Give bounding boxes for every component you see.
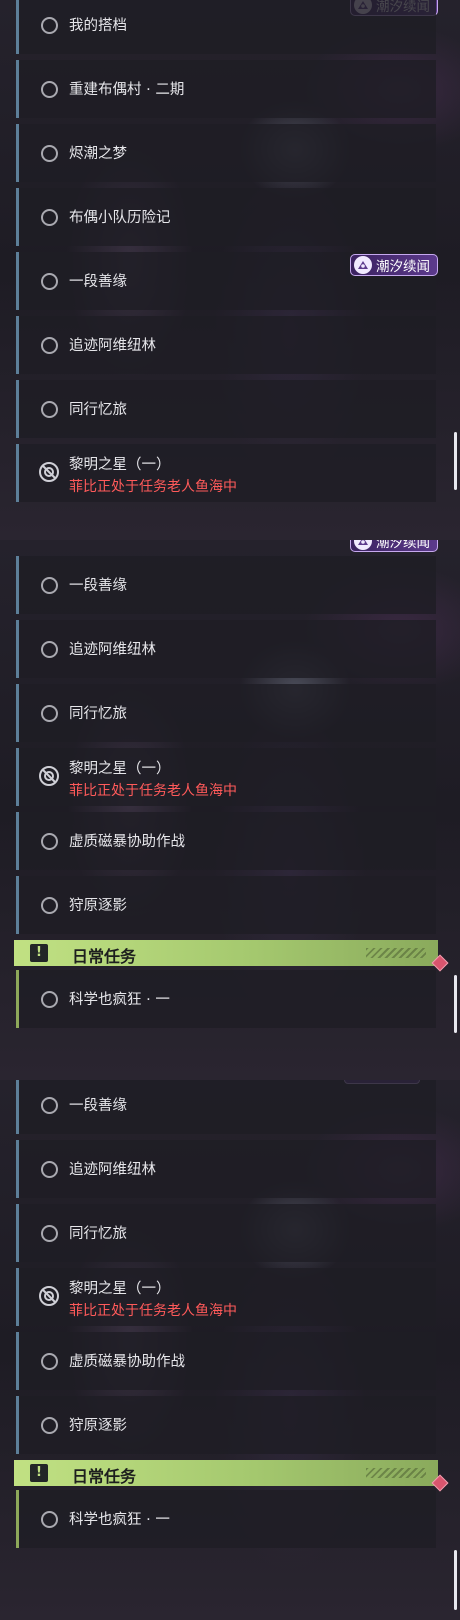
quest-label: 追迹阿维纽林 bbox=[69, 338, 156, 354]
daily-quest-header[interactable]: ! 日常任务 bbox=[14, 940, 438, 966]
quest-label: 一段善缘 bbox=[69, 1098, 127, 1114]
quest-item[interactable]: 烬潮之梦 bbox=[16, 124, 436, 182]
quest-item[interactable]: 追迹阿维纽林 bbox=[16, 316, 436, 374]
daily-quest-item[interactable]: 科学也疯狂 · 一 bbox=[16, 970, 436, 1028]
quest-circle-icon bbox=[41, 897, 58, 914]
quest-label: 一段善缘 bbox=[69, 274, 127, 290]
quest-circle-icon bbox=[41, 577, 58, 594]
quest-label: 追迹阿维纽林 bbox=[69, 1162, 156, 1178]
scrollbar[interactable] bbox=[454, 975, 457, 1033]
quest-panel-2: 潮汐续闻 一段善缘 追迹阿维纽林 同行忆旅 黎明之星（一） 菲比正处于任务老人鱼… bbox=[0, 540, 460, 1080]
tracking-target-icon bbox=[39, 462, 59, 482]
scrollbar[interactable] bbox=[454, 432, 457, 490]
quest-item[interactable]: 追迹阿维纽林 bbox=[16, 620, 436, 678]
quest-item[interactable]: 同行忆旅 bbox=[16, 380, 436, 438]
quest-item[interactable]: 同行忆旅 bbox=[16, 684, 436, 742]
daily-quest-header[interactable]: ! 日常任务 bbox=[14, 1460, 438, 1486]
quest-circle-icon bbox=[41, 209, 58, 226]
quest-circle-icon bbox=[41, 641, 58, 658]
quest-circle-icon bbox=[41, 337, 58, 354]
quest-label: 我的搭档 bbox=[69, 18, 127, 34]
quest-item[interactable]: 布偶小队历险记 bbox=[16, 188, 436, 246]
header-stripe-decoration bbox=[366, 1468, 426, 1478]
quest-item[interactable]: 虚质磁暴协助作战 bbox=[16, 1332, 436, 1390]
quest-label: 黎明之星（一） bbox=[69, 1281, 171, 1297]
quest-status-text: 菲比正处于任务老人鱼海中 bbox=[69, 479, 237, 495]
quest-label: 一段善缘 bbox=[69, 578, 127, 594]
tide-tale-badge[interactable]: 潮汐续闻 bbox=[350, 254, 438, 276]
quest-circle-icon bbox=[41, 145, 58, 162]
quest-panel-1: 潮汐续闻 我的搭档 重建布偶村 · 二期 烬潮之梦 布偶小队历险记 一段善缘 潮… bbox=[0, 0, 460, 540]
quest-circle-icon bbox=[41, 401, 58, 418]
quest-label: 黎明之星（一） bbox=[69, 761, 171, 777]
quest-circle-icon bbox=[41, 991, 58, 1008]
tracking-target-icon bbox=[39, 1286, 59, 1306]
quest-circle-icon bbox=[41, 1161, 58, 1178]
quest-item-tracked[interactable]: 黎明之星（一） 菲比正处于任务老人鱼海中 bbox=[16, 748, 436, 806]
quest-circle-icon bbox=[41, 705, 58, 722]
quest-item[interactable]: 我的搭档 bbox=[16, 0, 436, 54]
quest-item[interactable]: 同行忆旅 bbox=[16, 1204, 436, 1262]
quest-item[interactable]: 一段善缘 bbox=[16, 1080, 436, 1134]
quest-circle-icon bbox=[41, 833, 58, 850]
quest-circle-icon bbox=[41, 1225, 58, 1242]
quest-label: 烬潮之梦 bbox=[69, 146, 127, 162]
quest-status-text: 菲比正处于任务老人鱼海中 bbox=[69, 1303, 237, 1319]
quest-item[interactable]: 狩原逐影 bbox=[16, 1396, 436, 1454]
quest-circle-icon bbox=[41, 273, 58, 290]
quest-circle-icon bbox=[41, 1353, 58, 1370]
exclamation-icon: ! bbox=[30, 944, 48, 962]
daily-quest-item[interactable]: 科学也疯狂 · 一 bbox=[16, 1490, 436, 1548]
badge-label: 潮汐续闻 bbox=[376, 540, 430, 551]
quest-label: 科学也疯狂 · 一 bbox=[69, 992, 170, 1008]
quest-item-tracked[interactable]: 黎明之星（一） 菲比正处于任务老人鱼海中 bbox=[16, 1268, 436, 1326]
quest-label: 布偶小队历险记 bbox=[69, 210, 171, 226]
quest-label: 虚质磁暴协助作战 bbox=[69, 1354, 185, 1370]
tide-tale-icon bbox=[354, 540, 372, 550]
quest-label: 虚质磁暴协助作战 bbox=[69, 834, 185, 850]
badge-label: 潮汐续闻 bbox=[376, 259, 430, 275]
category-label: 日常任务 bbox=[72, 1467, 137, 1486]
quest-status-text: 菲比正处于任务老人鱼海中 bbox=[69, 783, 237, 799]
quest-label: 重建布偶村 · 二期 bbox=[69, 82, 185, 98]
header-stripe-decoration bbox=[366, 948, 426, 958]
quest-label: 黎明之星（一） bbox=[69, 457, 171, 473]
quest-item[interactable]: 追迹阿维纽林 bbox=[16, 1140, 436, 1198]
quest-item[interactable]: 一段善缘 bbox=[16, 556, 436, 614]
scrollbar[interactable] bbox=[454, 1550, 457, 1610]
tide-tale-badge[interactable]: 潮汐续闻 bbox=[350, 540, 438, 552]
quest-label: 科学也疯狂 · 一 bbox=[69, 1512, 170, 1528]
quest-item[interactable]: 狩原逐影 bbox=[16, 876, 436, 934]
quest-panel-3: 一段善缘 追迹阿维纽林 同行忆旅 黎明之星（一） 菲比正处于任务老人鱼海中 虚质… bbox=[0, 1080, 460, 1620]
quest-circle-icon bbox=[41, 81, 58, 98]
quest-label: 同行忆旅 bbox=[69, 402, 127, 418]
quest-label: 狩原逐影 bbox=[69, 1418, 127, 1434]
quest-circle-icon bbox=[41, 1511, 58, 1528]
quest-item-tracked[interactable]: 黎明之星（一） 菲比正处于任务老人鱼海中 bbox=[16, 444, 436, 502]
tide-tale-icon bbox=[354, 256, 372, 274]
quest-label: 同行忆旅 bbox=[69, 1226, 127, 1242]
quest-label: 狩原逐影 bbox=[69, 898, 127, 914]
category-label: 日常任务 bbox=[72, 947, 137, 966]
quest-label: 同行忆旅 bbox=[69, 706, 127, 722]
quest-item[interactable]: 重建布偶村 · 二期 bbox=[16, 60, 436, 118]
quest-circle-icon bbox=[41, 1097, 58, 1114]
quest-circle-icon bbox=[41, 1417, 58, 1434]
tracking-target-icon bbox=[39, 766, 59, 786]
quest-item[interactable]: 虚质磁暴协助作战 bbox=[16, 812, 436, 870]
quest-circle-icon bbox=[41, 17, 58, 34]
quest-label: 追迹阿维纽林 bbox=[69, 642, 156, 658]
exclamation-icon: ! bbox=[30, 1464, 48, 1482]
